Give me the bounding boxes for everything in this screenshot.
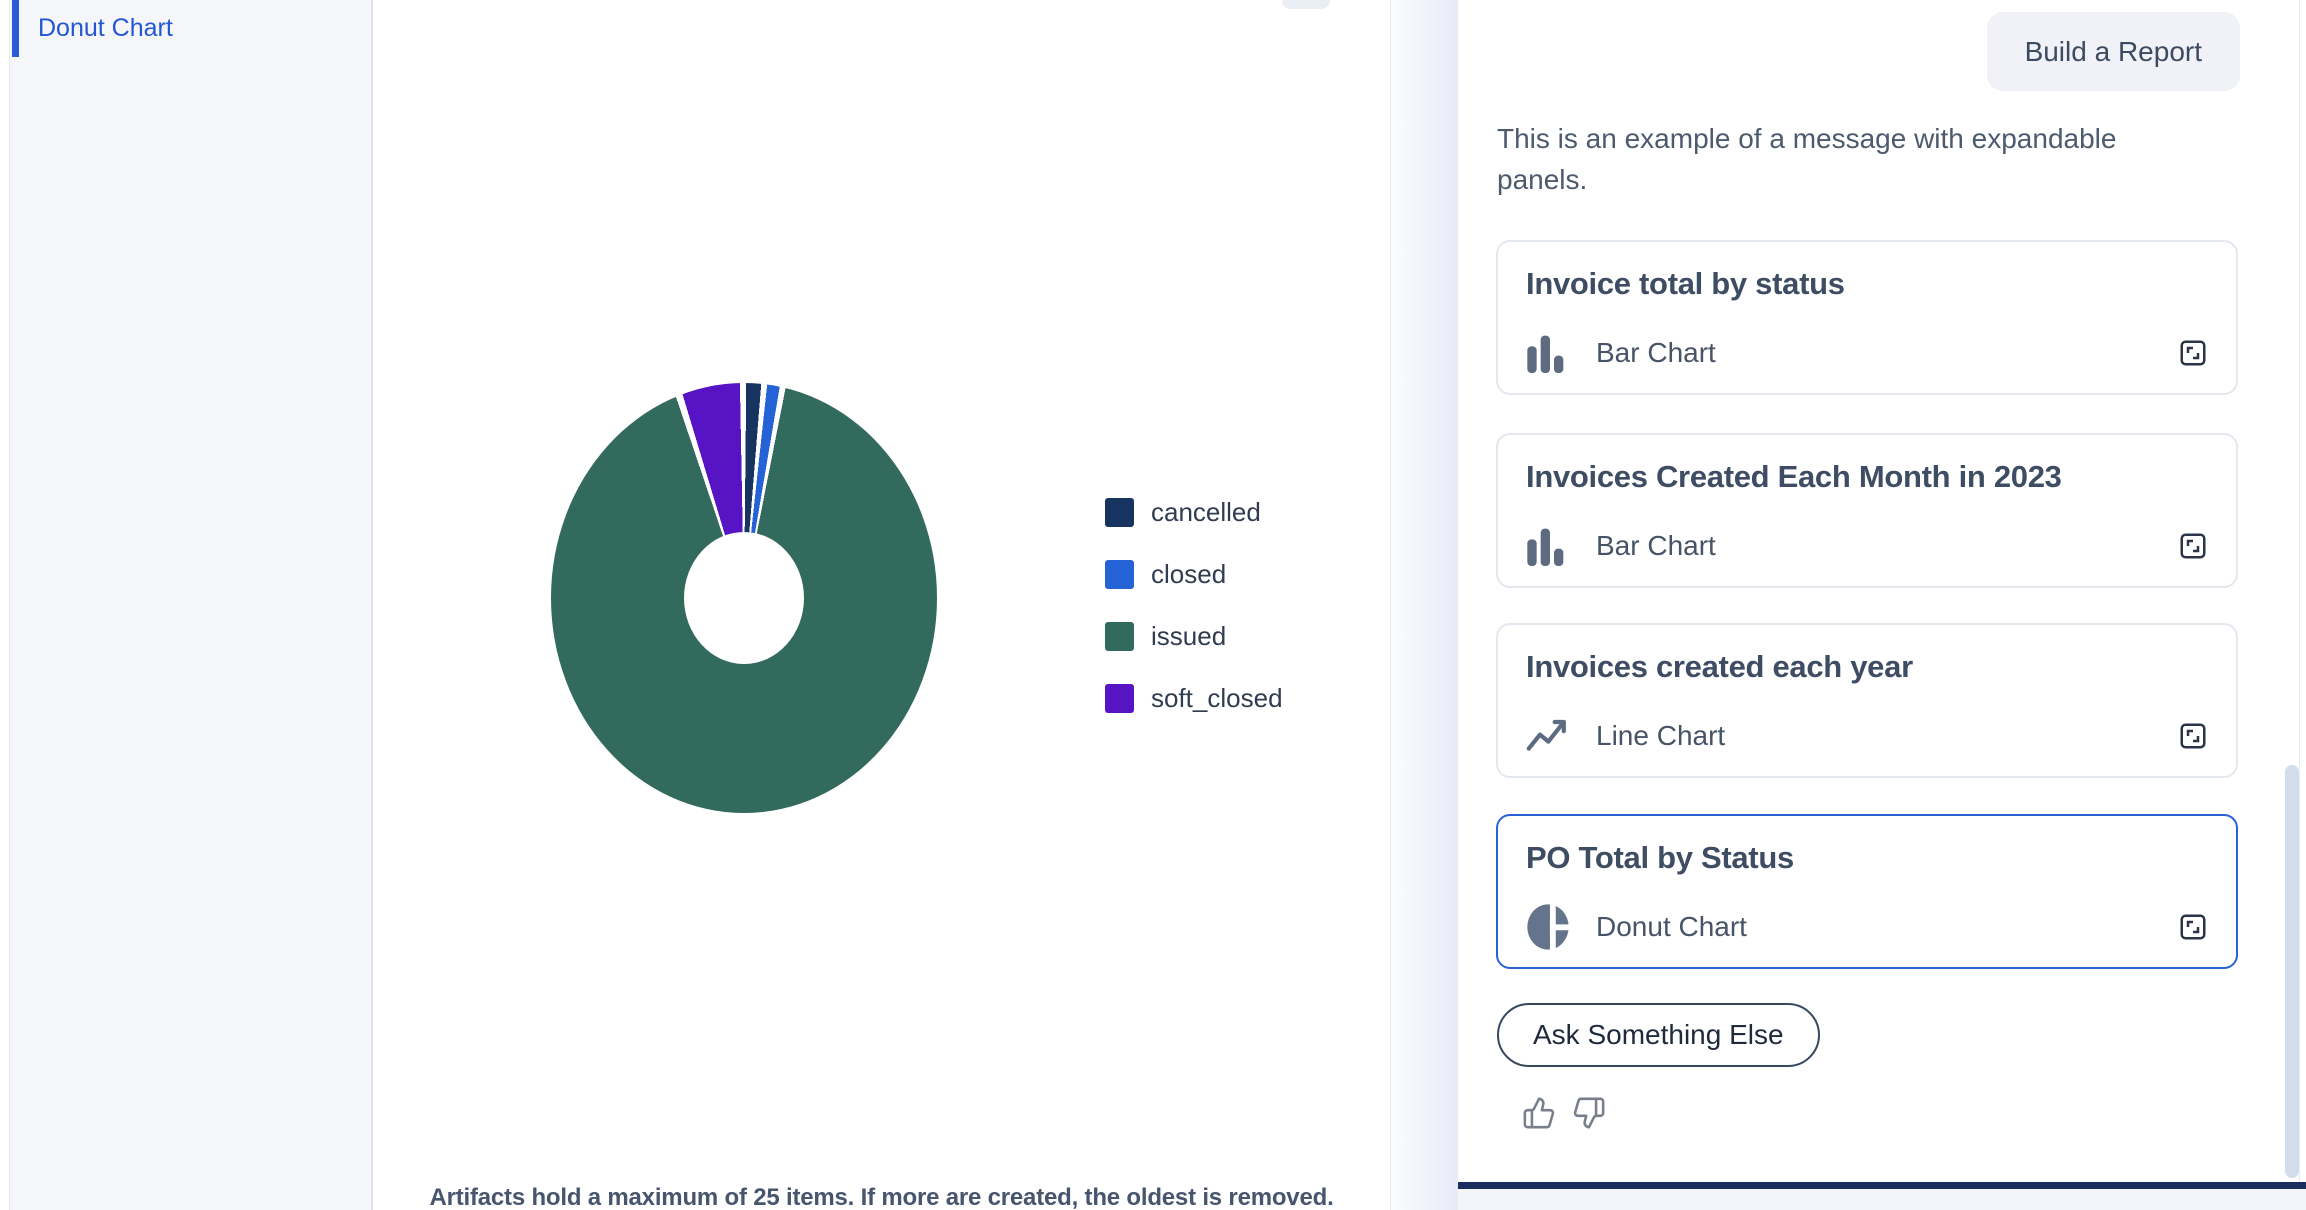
panel-chart-type: Line Chart [1596, 720, 1725, 752]
artifact-list: Donut Chart [9, 0, 373, 1210]
panel-title: Invoices created each year [1526, 649, 2208, 685]
panel-chart-type: Donut Chart [1596, 911, 1747, 943]
legend-swatch [1105, 560, 1134, 589]
legend-label: cancelled [1151, 497, 1261, 528]
legend-item-closed[interactable]: closed [1105, 559, 1283, 590]
legend-item-issued[interactable]: issued [1105, 621, 1283, 652]
chat-panel: Build a Report This is an example of a m… [1458, 0, 2306, 1210]
chart-legend: cancelled closed issued soft_closed [1105, 497, 1283, 745]
scrollbar-track [2299, 0, 2300, 1182]
expand-icon[interactable] [2178, 531, 2208, 561]
build-report-row: Build a Report [1987, 12, 2240, 91]
expand-icon[interactable] [2178, 721, 2208, 751]
panel-chart-type: Bar Chart [1596, 337, 1716, 369]
donut-chart-hole [684, 532, 804, 664]
ask-something-else-button[interactable]: Ask Something Else [1497, 1003, 1820, 1067]
active-indicator [12, 0, 19, 57]
build-report-button[interactable]: Build a Report [1987, 12, 2240, 91]
app-root: Donut Chart cancelled closed issued [0, 0, 2306, 1210]
bar-chart-icon [1526, 524, 1570, 568]
panel-title: Invoice total by status [1526, 266, 2208, 302]
artifacts-limit-note: Artifacts hold a maximum of 25 items. If… [373, 1184, 1390, 1210]
legend-label: soft_closed [1151, 683, 1283, 714]
artifact-sidebar: Donut Chart [0, 0, 373, 1210]
legend-swatch [1105, 622, 1134, 651]
legend-label: issued [1151, 621, 1226, 652]
donut-chart[interactable] [551, 383, 937, 813]
sidebar-item-label: Donut Chart [38, 14, 173, 43]
thumbs-down-icon[interactable] [1572, 1096, 1606, 1130]
artifact-viewer: cancelled closed issued soft_closed Arti… [373, 0, 1390, 1210]
panel-card-invoices-monthly[interactable]: Invoices Created Each Month in 2023 Bar … [1496, 433, 2238, 588]
legend-label: closed [1151, 559, 1226, 590]
legend-swatch [1105, 498, 1134, 527]
thumbs-up-icon[interactable] [1522, 1096, 1556, 1130]
line-chart-icon [1526, 716, 1570, 756]
composer-area [1458, 1189, 2306, 1210]
panel-card-po-total[interactable]: PO Total by Status Donut Chart [1496, 814, 2238, 969]
panel-divider[interactable] [1390, 0, 1458, 1210]
feedback-row [1522, 1096, 1606, 1130]
donut-chart-icon [1526, 903, 1570, 951]
sidebar-item-donut-chart[interactable]: Donut Chart [10, 0, 371, 57]
legend-swatch [1105, 684, 1134, 713]
legend-item-cancelled[interactable]: cancelled [1105, 497, 1283, 528]
composer-top-border [1458, 1182, 2306, 1189]
panel-chart-type: Bar Chart [1596, 530, 1716, 562]
bar-chart-icon [1526, 331, 1570, 375]
scrollbar-thumb[interactable] [2285, 765, 2299, 1178]
expand-icon[interactable] [2178, 912, 2208, 942]
panel-title: PO Total by Status [1526, 840, 2208, 876]
scroll-pill [1282, 0, 1330, 9]
assistant-message: This is an example of a message with exp… [1497, 118, 2197, 200]
expand-icon[interactable] [2178, 338, 2208, 368]
legend-item-soft-closed[interactable]: soft_closed [1105, 683, 1283, 714]
panel-card-invoices-yearly[interactable]: Invoices created each year Line Chart [1496, 623, 2238, 778]
panel-card-invoice-total[interactable]: Invoice total by status Bar Chart [1496, 240, 2238, 395]
panel-title: Invoices Created Each Month in 2023 [1526, 459, 2208, 495]
